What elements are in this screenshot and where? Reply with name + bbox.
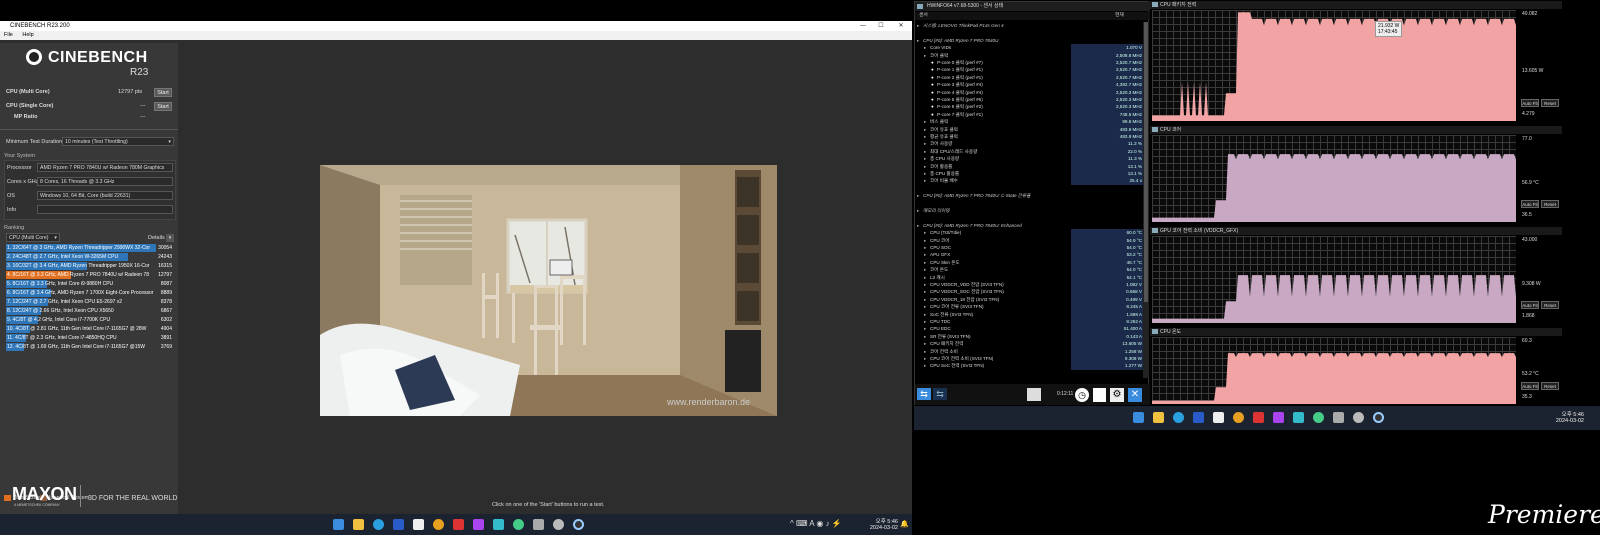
reset-button[interactable]: Reset bbox=[1541, 200, 1559, 208]
graph-min: 1.868 bbox=[1522, 313, 1535, 319]
graph-plot bbox=[1152, 337, 1516, 404]
graph-max: 43.000 bbox=[1522, 237, 1538, 243]
graph-app-icon bbox=[1152, 329, 1158, 334]
reset-button[interactable]: Reset bbox=[1541, 301, 1559, 309]
file-explorer-icon[interactable] bbox=[1153, 412, 1164, 423]
graph-current: 53.2 °C bbox=[1522, 370, 1539, 377]
start-icon[interactable] bbox=[333, 519, 344, 530]
graph-app-icon bbox=[1152, 2, 1158, 7]
cinebench-taskbar-icon[interactable] bbox=[573, 519, 584, 530]
tagline: 3D FOR THE REAL WORLD bbox=[88, 495, 178, 502]
clock-time[interactable]: 오후 5:46 bbox=[872, 517, 898, 525]
file-explorer-icon[interactable] bbox=[353, 519, 364, 530]
cinebench-taskbar-icon[interactable] bbox=[1373, 412, 1384, 423]
graph-scale: 60.3 53.2 °C Auto Fit Reset 35.3 bbox=[1520, 328, 1562, 406]
graph-min: 36.5 bbox=[1522, 212, 1532, 218]
graph-max: 40.082 bbox=[1522, 11, 1538, 17]
edge-icon[interactable] bbox=[1173, 412, 1184, 423]
store-icon[interactable] bbox=[1193, 412, 1204, 423]
system-tray[interactable]: ^ ⌨ A ◉ ♪ ⚡ bbox=[790, 519, 842, 528]
auto-fit-button[interactable]: Auto Fit bbox=[1521, 382, 1539, 390]
hwinfo-icon[interactable] bbox=[533, 519, 544, 530]
clock-date[interactable]: 2024-03-02 bbox=[1544, 418, 1584, 424]
graph-scale: 40.082 13.605 W Auto Fit Reset 4.279 bbox=[1520, 1, 1562, 123]
app-red-icon[interactable] bbox=[453, 519, 464, 530]
graph-min: 4.279 bbox=[1522, 111, 1535, 117]
graph-app-icon bbox=[1152, 228, 1158, 233]
graph-plot bbox=[1152, 135, 1516, 222]
graph-window: CPU 코어 77.0 56.9 °C Auto Fit Reset 36.5 bbox=[1150, 126, 1562, 224]
tooltip-time: 17:43:45 bbox=[1378, 29, 1398, 35]
your-score-swatch bbox=[4, 495, 11, 501]
graph-windows: CPU 패키지 전력 21.932 W 17:43:45 40.082 13.605 W… bbox=[0, 0, 1600, 410]
taskbar-left: ^ ⌨ A ◉ ♪ ⚡ 오후 5:46 2024-03-02 🔔 bbox=[0, 514, 912, 535]
maxon-subtitle: A NEMETSCHEK COMPANY bbox=[14, 503, 60, 507]
chart-app-icon[interactable] bbox=[1313, 412, 1324, 423]
chart-app-icon[interactable] bbox=[513, 519, 524, 530]
graph-area bbox=[1152, 154, 1516, 222]
auto-fit-button[interactable]: Auto Fit bbox=[1521, 200, 1539, 208]
graph-title: CPU 코어 bbox=[1150, 126, 1562, 134]
graph-app-icon bbox=[1152, 127, 1158, 132]
app-icon[interactable] bbox=[413, 519, 424, 530]
graph-current: 13.605 W bbox=[1522, 68, 1544, 75]
auto-fit-button[interactable]: Auto Fit bbox=[1521, 301, 1539, 309]
app-icon[interactable] bbox=[1213, 412, 1224, 423]
graph-line bbox=[1152, 353, 1516, 404]
onenote-icon[interactable] bbox=[473, 519, 484, 530]
graph-window: GPU 코어 전력 소비 (VDDCR_GFX) 43.000 9.308 W Aut… bbox=[1150, 227, 1562, 325]
app-red-icon[interactable] bbox=[1253, 412, 1264, 423]
status-text: Click on one of the 'Start' buttons to r… bbox=[492, 502, 605, 508]
settings-icon[interactable] bbox=[553, 519, 564, 530]
bird-icon[interactable] bbox=[493, 519, 504, 530]
graph-max: 77.0 bbox=[1522, 136, 1532, 142]
graph-scale: 43.000 9.308 W Auto Fit Reset 1.868 bbox=[1520, 227, 1562, 325]
graph-title: GPU 코어 전력 소비 (VDDCR_GFX) bbox=[1150, 227, 1562, 235]
premiere-watermark: Premiere bbox=[1488, 500, 1600, 529]
graph-title: CPU 온도 bbox=[1150, 328, 1562, 336]
graph-area bbox=[1152, 12, 1516, 121]
graph-current: 9.308 W bbox=[1522, 280, 1541, 287]
graph-area bbox=[1152, 353, 1516, 404]
maxon-logo: MAXON bbox=[12, 484, 77, 504]
graph-title: CPU 패키지 전력 bbox=[1150, 1, 1562, 9]
taskbar-right: 오후 5:46 2024-03-02 bbox=[914, 406, 1600, 430]
notification-icon[interactable]: 🔔 bbox=[900, 520, 909, 528]
clock-date[interactable]: 2024-03-02 bbox=[862, 525, 898, 531]
clock-time[interactable]: 오후 5:46 bbox=[1554, 410, 1584, 418]
settings-icon[interactable] bbox=[1353, 412, 1364, 423]
graph-current: 56.9 °C bbox=[1522, 179, 1539, 186]
search-icon[interactable] bbox=[1233, 412, 1244, 423]
onenote-icon[interactable] bbox=[1273, 412, 1284, 423]
start-icon[interactable] bbox=[1133, 412, 1144, 423]
graph-max: 60.3 bbox=[1522, 338, 1532, 344]
graph-window: CPU 온도 60.3 53.2 °C Auto Fit Reset 35.3 bbox=[1150, 328, 1562, 406]
edge-icon[interactable] bbox=[373, 519, 384, 530]
graph-line bbox=[1152, 12, 1516, 121]
logo-divider bbox=[80, 485, 81, 507]
graph-window: CPU 패키지 전력 21.932 W 17:43:45 40.082 13.605 W… bbox=[1150, 1, 1562, 123]
hwinfo-icon[interactable] bbox=[1333, 412, 1344, 423]
reset-button[interactable]: Reset bbox=[1541, 99, 1559, 107]
search-icon[interactable] bbox=[433, 519, 444, 530]
auto-fit-button[interactable]: Auto Fit bbox=[1521, 99, 1539, 107]
bird-icon[interactable] bbox=[1293, 412, 1304, 423]
graph-min: 35.3 bbox=[1522, 394, 1532, 400]
graph-line bbox=[1152, 275, 1516, 323]
graph-plot bbox=[1152, 10, 1516, 121]
graph-line bbox=[1152, 154, 1516, 222]
graph-scale: 77.0 56.9 °C Auto Fit Reset 36.5 bbox=[1520, 126, 1562, 224]
graph-area bbox=[1152, 275, 1516, 323]
store-icon[interactable] bbox=[393, 519, 404, 530]
graph-plot bbox=[1152, 236, 1516, 323]
graph-tooltip: 21.932 W 17:43:45 bbox=[1375, 21, 1403, 37]
reset-button[interactable]: Reset bbox=[1541, 382, 1559, 390]
